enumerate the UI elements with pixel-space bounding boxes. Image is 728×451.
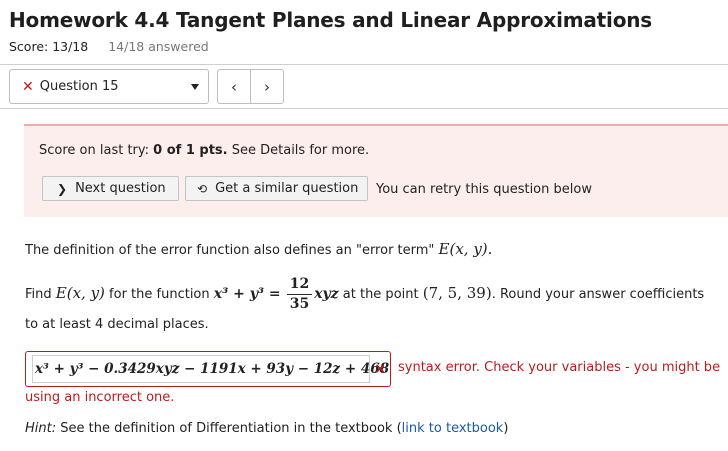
math-lhs: x³ + y³ = bbox=[213, 286, 281, 302]
incorrect-x-icon: ✕ bbox=[22, 78, 34, 95]
divider bbox=[0, 108, 728, 109]
previous-question-button[interactable]: ‹ bbox=[218, 70, 250, 103]
next-question-button[interactable]: ❯ Next question bbox=[42, 176, 179, 201]
incorrect-icon: × bbox=[374, 361, 386, 377]
math-fraction: 12 35 bbox=[286, 276, 313, 313]
answer-container: x³ + y³ − 0.3429xyz − 1191x + 93y − 12z … bbox=[25, 351, 391, 387]
math-xyz: xyz bbox=[314, 286, 339, 302]
math-point: (7, 5, 39) bbox=[422, 284, 492, 302]
score-alert: Score on last try: 0 of 1 pts. See Detai… bbox=[24, 124, 728, 217]
question-select-label: Question 15 bbox=[39, 79, 119, 94]
next-question-label: Next question bbox=[75, 181, 166, 196]
textbook-link[interactable]: link to textbook bbox=[402, 421, 504, 436]
page-title: Homework 4.4 Tangent Planes and Linear A… bbox=[9, 8, 652, 32]
answer-value: x³ + y³ − 0.3429xyz − 1191x + 93y − 12z … bbox=[35, 361, 390, 377]
caret-down-icon bbox=[191, 84, 199, 90]
next-question-arrow-button[interactable]: › bbox=[250, 70, 283, 103]
refresh-icon: ⟲ bbox=[197, 181, 208, 196]
question-intro: The definition of the error function als… bbox=[25, 240, 493, 258]
question-pager: ‹ › bbox=[217, 69, 284, 104]
score-summary: Score: 13/18 14/18 answered bbox=[9, 39, 209, 54]
divider bbox=[0, 64, 728, 65]
similar-question-button[interactable]: ⟲ Get a similar question bbox=[185, 176, 368, 201]
error-message: syntax error. Check your variables - you… bbox=[398, 360, 721, 375]
chevron-right-icon: ❯ bbox=[57, 181, 68, 196]
similar-question-label: Get a similar question bbox=[215, 181, 359, 196]
question-prompt: Find E(x, y) for the function x³ + y³ = … bbox=[25, 276, 705, 313]
score-text: Score: 13/18 bbox=[9, 39, 89, 54]
hint-label: Hint: bbox=[25, 421, 57, 436]
error-message-continued: using an incorrect one. bbox=[25, 390, 175, 405]
question-precision: to at least 4 decimal places. bbox=[25, 317, 209, 332]
answered-count: 14/18 answered bbox=[108, 39, 209, 54]
math-E: E(x, y) bbox=[55, 284, 105, 302]
last-try-message: Score on last try: 0 of 1 pts. See Detai… bbox=[39, 143, 370, 158]
question-select[interactable]: ✕ Question 15 bbox=[9, 69, 209, 104]
hint: Hint: See the definition of Differentiat… bbox=[25, 421, 509, 436]
retry-message: You can retry this question below bbox=[376, 182, 592, 197]
answer-input[interactable]: x³ + y³ − 0.3429xyz − 1191x + 93y − 12z … bbox=[32, 355, 389, 383]
last-try-score: 0 of 1 pts. bbox=[153, 143, 228, 158]
math-error-term: E(x, y). bbox=[438, 240, 493, 258]
